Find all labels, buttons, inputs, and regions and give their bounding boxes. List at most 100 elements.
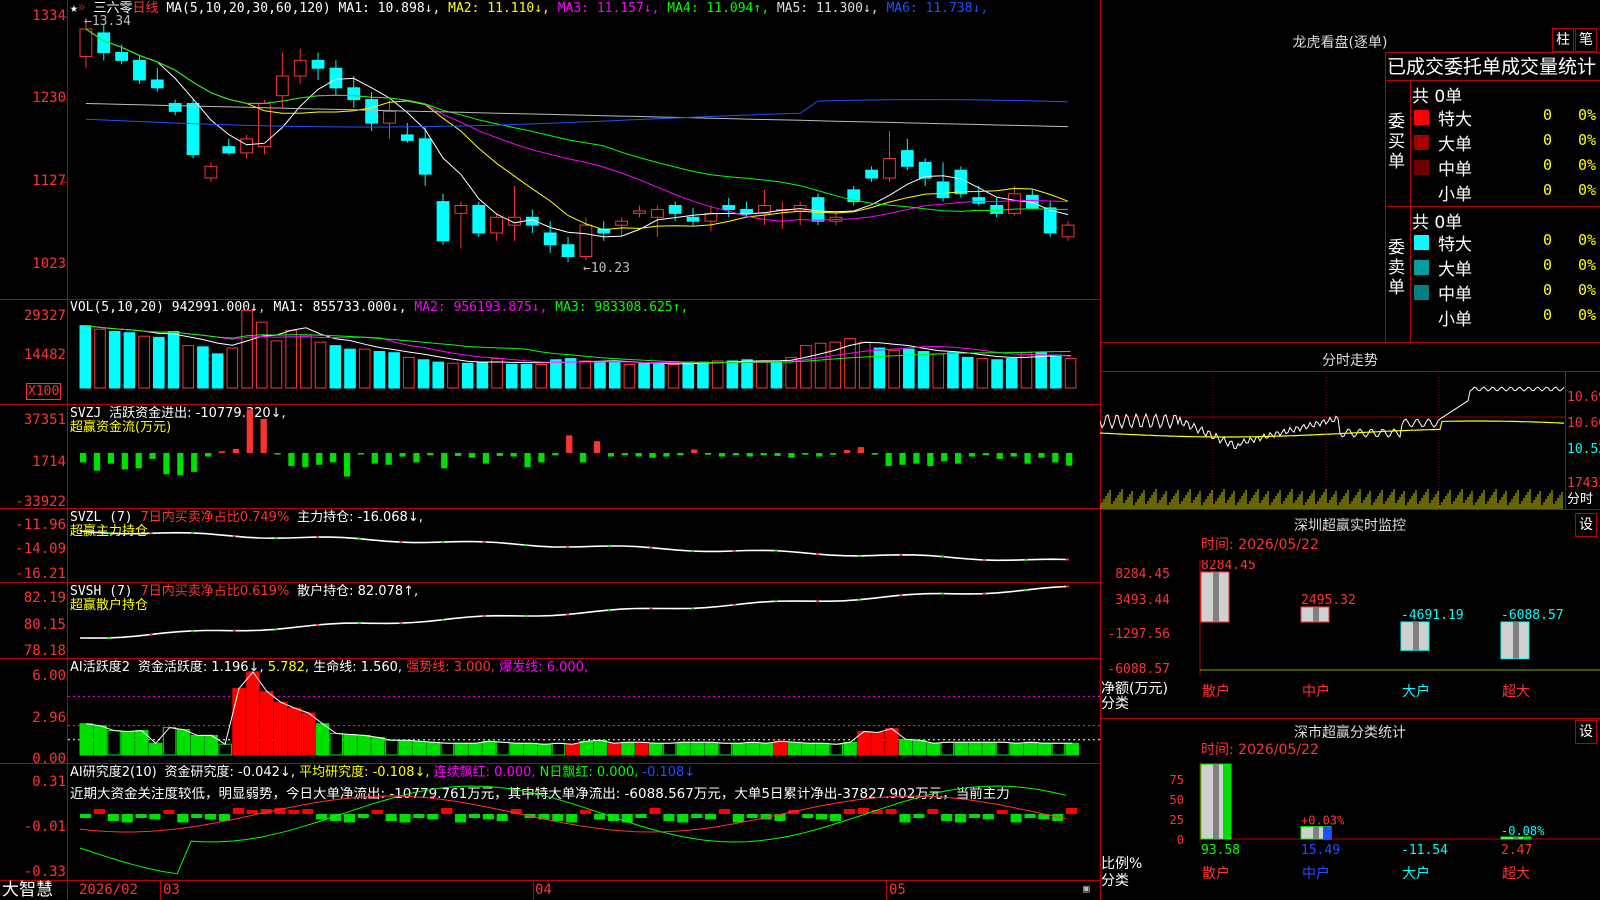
ai-active-bar (607, 742, 621, 756)
ai-research-chart (79, 785, 1078, 875)
svzj-bar (274, 453, 281, 455)
monitor-y-tick-2: -1297.56 (1107, 627, 1170, 642)
volume-bar (344, 348, 356, 389)
pen-view-button[interactable]: 笔 (1575, 28, 1597, 52)
ai-active-bar (1023, 741, 1038, 756)
price-tick-mark-0 (60, 17, 68, 18)
ai-active-bar (246, 671, 260, 756)
xaxis-label-apr: 04 (535, 882, 552, 898)
ai-active-bar (190, 734, 205, 756)
svsh-tick-0: 82.19 (23, 590, 66, 606)
lock-icon[interactable]: ▣ (1083, 882, 1090, 896)
volume-bar (432, 361, 445, 389)
svzj-bar (218, 451, 226, 453)
ai-active-bar (898, 738, 913, 756)
svzj-bar (1010, 453, 1017, 457)
svzl-line-tick (191, 531, 195, 534)
xaxis-tick-mar (160, 880, 161, 900)
svzj-bar (913, 453, 920, 464)
svzj-bar (982, 453, 990, 456)
candle-body (347, 87, 361, 101)
volume-bar (667, 363, 680, 389)
ai-research-bar (316, 814, 328, 820)
ai-active-bar (385, 739, 399, 756)
ai-active-tick-1: 2.96 (32, 710, 66, 726)
ai-active-bar (996, 741, 1010, 756)
low-price-label: ←10.23 (583, 261, 630, 276)
ai-research-bar (455, 814, 467, 823)
classify-settings-button[interactable]: 设 (1575, 720, 1597, 744)
monitor-cat-0: 散户 (1202, 683, 1230, 700)
ai-active-bar-chart (68, 671, 1100, 756)
intraday-unit: 分时 (1567, 492, 1594, 507)
svzl-line-tick (566, 546, 570, 548)
sell-row-pct-2: 0% (1578, 281, 1597, 299)
sell-row-swatch-1 (1414, 260, 1429, 275)
ai-active-bar (746, 741, 760, 756)
svsh-line (79, 585, 1067, 639)
svzj-bar (691, 449, 698, 453)
classify-time: 时间: 2026/05/22 (1201, 742, 1319, 758)
candlestick-chart[interactable] (68, 0, 1100, 299)
intraday-price-line (1100, 386, 1565, 450)
svzj-bar (260, 418, 267, 453)
candle-body (633, 210, 646, 214)
buy-row-count-3: 0 (1543, 181, 1553, 199)
classify-value-2: -11.54 (1401, 843, 1448, 858)
classify-value-3: 2.47 (1501, 843, 1532, 858)
ai-research-bar (913, 814, 925, 818)
svzj-bar (316, 453, 323, 465)
vol-unit-badge[interactable]: X100 (26, 383, 62, 400)
ai-research-bar (941, 814, 953, 821)
svzj-bar (121, 453, 128, 470)
svzj-bar (1052, 453, 1059, 463)
classify-y-tick-0: 75 (1170, 773, 1184, 787)
xaxis-tick-apr (533, 880, 534, 900)
candle-body (222, 146, 236, 154)
svzl-line-chart (79, 530, 1070, 562)
svsh-line-tick (857, 598, 861, 601)
svsh-line-tick (524, 615, 528, 617)
svsh-line-tick (982, 592, 986, 595)
ai-active-bar (523, 742, 538, 756)
svzj-bar (941, 453, 948, 462)
volume-bar (1035, 352, 1047, 389)
svzj-tick-2: -33922 (15, 494, 66, 510)
buy-row-swatch-0 (1414, 110, 1429, 125)
svzl-line-tick (149, 532, 153, 535)
ai-active-bar (1010, 742, 1024, 756)
ai-active-tick-0: 6.00 (32, 668, 66, 684)
volume-bar (255, 321, 268, 389)
volume-bar (123, 332, 136, 389)
ai-active-bar (690, 741, 705, 756)
ai-research-bar (1066, 808, 1078, 814)
buy-row-name-0: 特大 (1438, 110, 1472, 130)
monitor-time: 时间: 2026/05/22 (1201, 537, 1319, 553)
ai-active-bar (260, 690, 274, 756)
intraday-chart[interactable] (1100, 371, 1565, 509)
buy-row-swatch-1 (1414, 135, 1429, 150)
svsh-line-tick (691, 607, 695, 610)
xaxis-tick-may (886, 880, 887, 900)
svzj-bar (107, 453, 115, 464)
svsh-line-tick (357, 622, 361, 625)
intraday-avg-line (1100, 420, 1564, 438)
svsh-line-tick (941, 592, 945, 595)
svsh-line-tick (399, 622, 403, 625)
ai-research-bar (802, 814, 814, 818)
svzj-bar-chart (80, 409, 1073, 477)
svzj-bar (705, 453, 712, 455)
candle-body (115, 52, 129, 61)
classify-cat-0: 散户 (1202, 865, 1230, 882)
monitor-settings-button[interactable]: 设 (1575, 513, 1597, 537)
volume-bar (535, 363, 547, 389)
column-view-button[interactable]: 柱 (1552, 28, 1574, 52)
candle-body (240, 138, 253, 154)
buy-row-name-2: 中单 (1438, 160, 1472, 180)
volume-bar (550, 359, 562, 389)
svzl-line-tick (482, 540, 486, 543)
volume-bar (594, 361, 606, 389)
buy-row-name-3: 小单 (1438, 185, 1472, 205)
svzj-bar (232, 448, 240, 453)
ai-research-bar (746, 814, 758, 818)
